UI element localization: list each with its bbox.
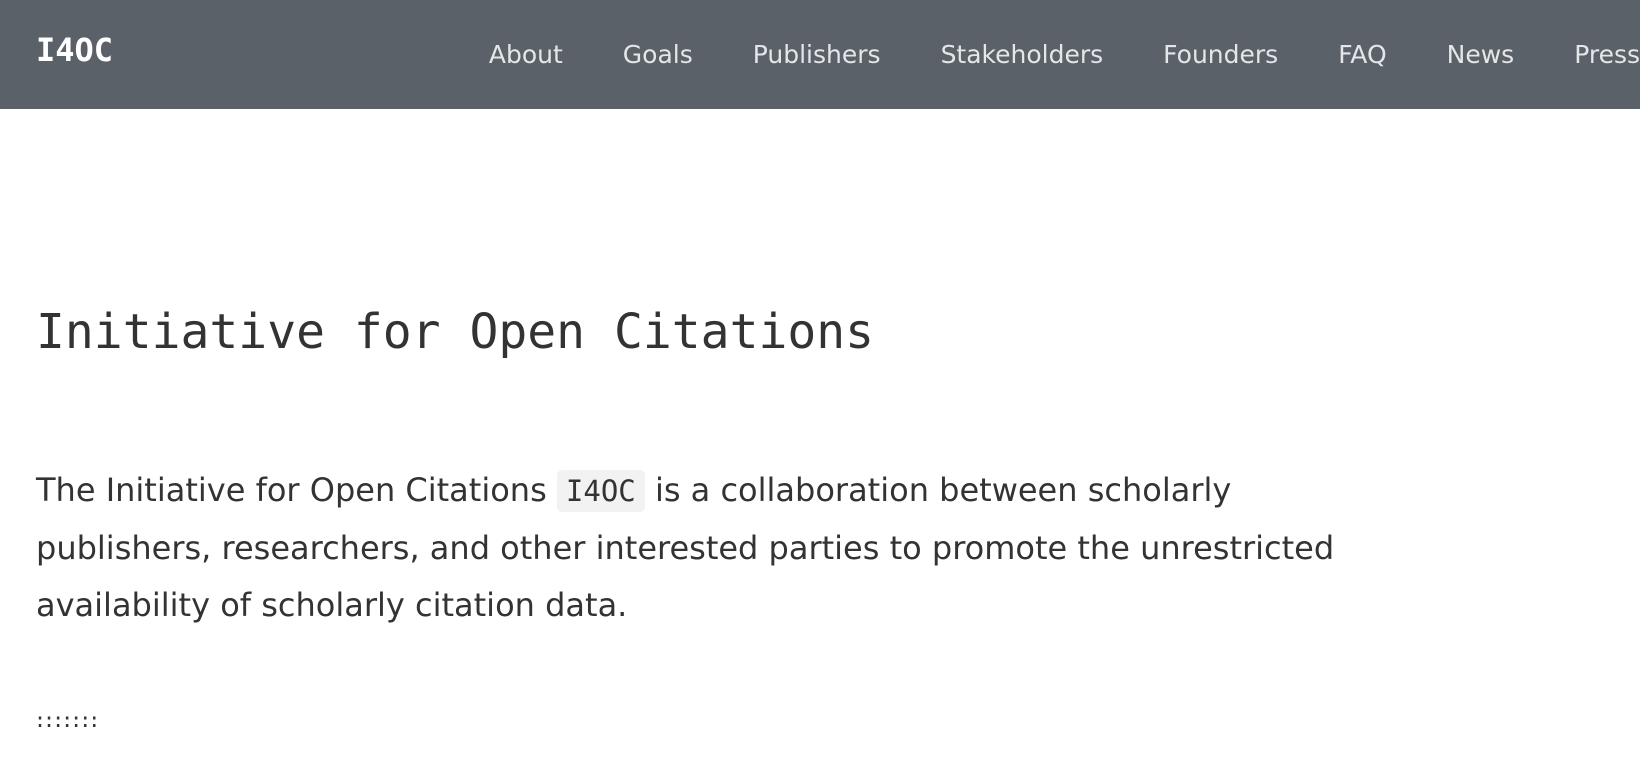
nav-link-press[interactable]: Press: [1574, 40, 1640, 70]
nav-link-faq[interactable]: FAQ: [1338, 40, 1386, 70]
nav-link-about[interactable]: About: [489, 40, 563, 70]
intro-paragraph: The Initiative for Open Citations I4OC i…: [36, 462, 1376, 634]
i4oc-code-chip: I4OC: [556, 470, 645, 512]
brand-logo-link[interactable]: I4OC: [36, 30, 113, 70]
top-navbar: I4OC About Goals Publishers Stakeholders…: [0, 0, 1640, 109]
main-nav: About Goals Publishers Stakeholders Foun…: [429, 0, 1640, 109]
nav-link-founders[interactable]: Founders: [1163, 40, 1278, 70]
nav-link-goals[interactable]: Goals: [623, 40, 693, 70]
page-title: Initiative for Open Citations: [36, 304, 875, 360]
dotted-separator: :::::::: [34, 708, 100, 732]
nav-link-news[interactable]: News: [1447, 40, 1515, 70]
nav-link-stakeholders[interactable]: Stakeholders: [941, 40, 1104, 70]
nav-link-publishers[interactable]: Publishers: [753, 40, 881, 70]
intro-text-before: The Initiative for Open Citations: [36, 471, 547, 509]
